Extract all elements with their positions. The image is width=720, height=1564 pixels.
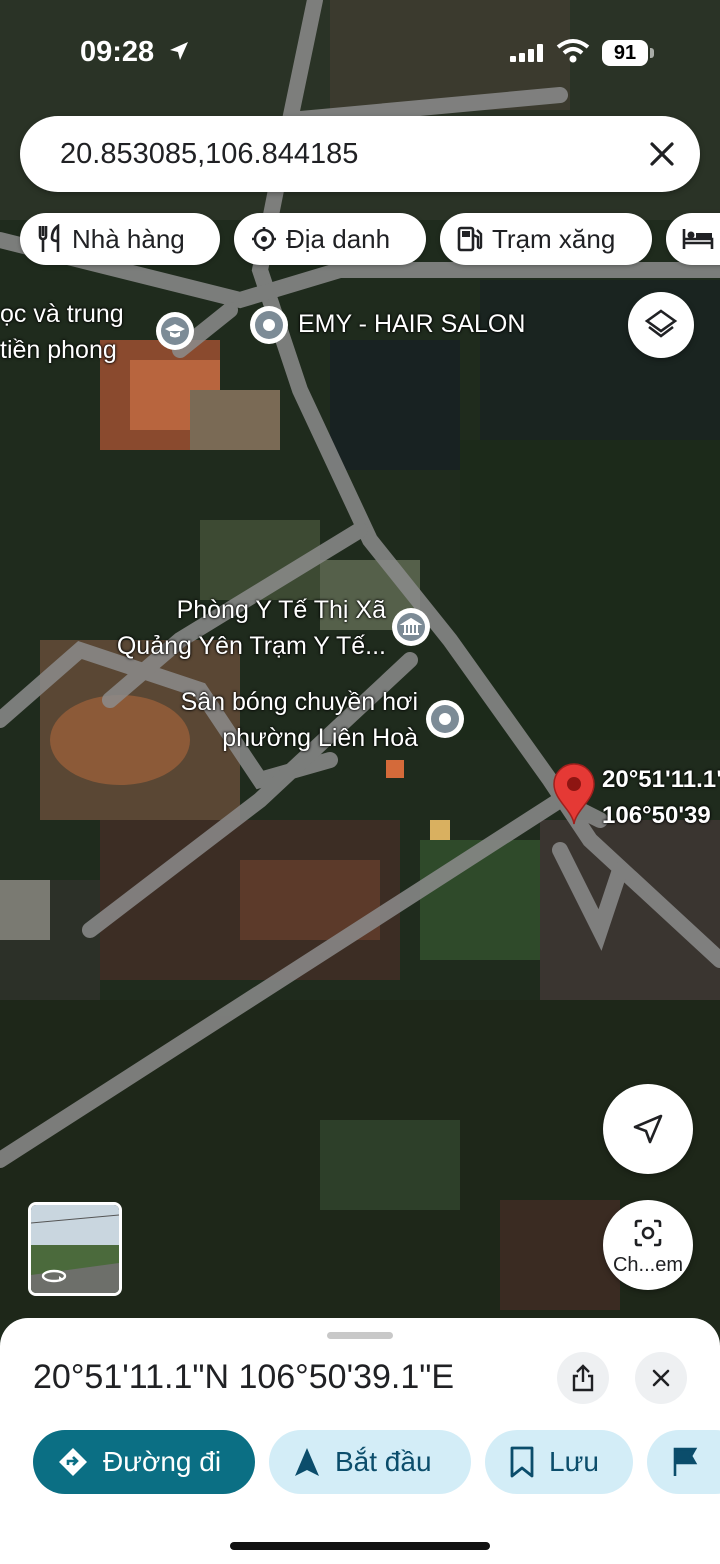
chip-hotels[interactable] (666, 213, 720, 265)
directions-button[interactable]: Đường đi (33, 1430, 255, 1494)
map-label-line: Sân bóng chuyền hơi (180, 688, 418, 716)
lens-button[interactable]: Ch...em (603, 1200, 693, 1290)
map-label-line: 106°50'39 (602, 802, 711, 829)
map-label-line: Quảng Yên Trạm Y Tế... (116, 632, 386, 660)
share-icon (572, 1364, 594, 1392)
close-icon (652, 1369, 670, 1387)
label-button[interactable] (647, 1430, 720, 1494)
school-icon (161, 317, 189, 345)
map-label-line: tiền phong (0, 336, 117, 364)
status-time: 09:28 (80, 36, 155, 68)
bed-icon (682, 229, 714, 249)
chip-label: Địa danh (286, 223, 391, 254)
clinic-marker[interactable] (392, 608, 430, 646)
camera-search-icon (634, 1219, 662, 1247)
court-marker[interactable] (426, 700, 464, 738)
my-location-button[interactable] (603, 1084, 693, 1174)
signal-icon (510, 44, 543, 62)
layers-button[interactable] (628, 292, 694, 358)
dropped-pin-icon[interactable] (552, 762, 596, 826)
battery-indicator: 91 (602, 40, 648, 66)
rotate-360-icon (41, 1269, 67, 1283)
gas-pump-icon (457, 226, 483, 252)
close-sheet-button[interactable] (635, 1352, 687, 1404)
share-button[interactable] (557, 1352, 609, 1404)
map-label-court[interactable]: Sân bóng chuyền hơi phường Liên Hoà (136, 684, 418, 756)
battery-tip (650, 48, 654, 58)
location-arrow-icon (170, 42, 188, 60)
map-label-clinic[interactable]: Phòng Y Tế Thị Xã Quảng Yên Trạm Y Tế... (86, 592, 386, 664)
map-label-pin[interactable]: 20°51'11.1" 106°50'39 (602, 762, 720, 834)
salon-marker[interactable] (250, 306, 288, 344)
navigation-icon (295, 1448, 319, 1476)
map-label-line: ọc và trung (0, 300, 124, 328)
search-query[interactable]: 20.853085,106.844185 (60, 138, 358, 171)
bookmark-icon (510, 1446, 534, 1478)
chip-restaurants[interactable]: Nhà hàng (20, 213, 220, 265)
navigation-arrow-icon (633, 1114, 663, 1144)
start-label: Bắt đầu (335, 1446, 432, 1477)
place-pin-icon (431, 705, 459, 733)
drag-handle[interactable] (327, 1332, 393, 1339)
place-bottom-sheet[interactable]: 20°51'11.1"N 106°50'39.1"E Đường đi Bắt … (0, 1318, 720, 1564)
chip-label: Nhà hàng (72, 223, 185, 254)
save-button[interactable]: Lưu (485, 1430, 633, 1494)
wifi-icon (556, 39, 590, 63)
close-icon[interactable] (646, 138, 678, 170)
chip-gas-stations[interactable]: Trạm xăng (440, 213, 652, 265)
search-bar[interactable]: 20.853085,106.844185 (20, 116, 700, 192)
street-view-thumbnail[interactable] (28, 1202, 122, 1296)
directions-label: Đường đi (103, 1446, 222, 1477)
map-label-salon[interactable]: EMY - HAIR SALON (298, 306, 525, 342)
directions-icon (59, 1448, 87, 1476)
start-button[interactable]: Bắt đầu (269, 1430, 471, 1494)
home-indicator[interactable] (230, 1542, 490, 1550)
save-label: Lưu (549, 1446, 599, 1477)
flag-icon (673, 1447, 698, 1476)
chip-landmarks[interactable]: Địa danh (234, 213, 426, 265)
fork-knife-icon (38, 224, 60, 252)
map-label-school[interactable]: ọc và trung tiền phong (0, 296, 124, 368)
place-title: 20°51'11.1"N 106°50'39.1"E (33, 1358, 454, 1396)
map-label-line: phường Liên Hoà (222, 724, 418, 752)
chip-label: Trạm xăng (492, 223, 616, 254)
status-bar: 09:28 91 (0, 0, 720, 100)
lens-label: Ch...em (612, 1254, 684, 1276)
landmark-icon (252, 227, 276, 251)
government-building-icon (397, 613, 425, 641)
school-marker[interactable] (156, 312, 194, 350)
layers-icon (644, 309, 678, 338)
map-label-line: Phòng Y Tế Thị Xã (176, 596, 386, 624)
place-pin-icon (255, 311, 283, 339)
map-label-line: 20°51'11.1" (602, 766, 720, 793)
